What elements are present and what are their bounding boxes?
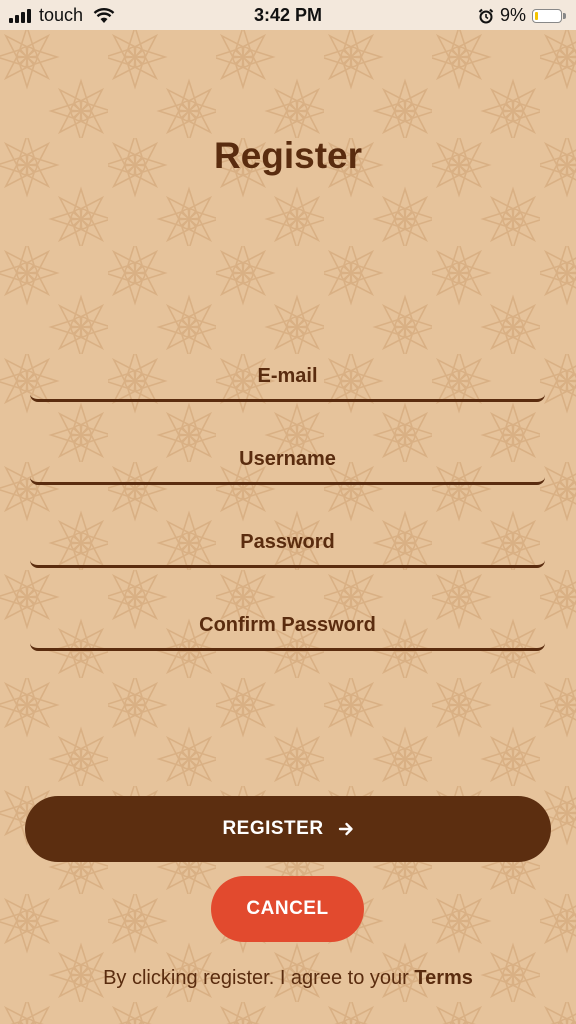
terms-text: By clicking register. I agree to your Te… bbox=[0, 967, 576, 990]
username-field[interactable] bbox=[30, 425, 545, 485]
password-field[interactable] bbox=[30, 508, 545, 568]
username-field-wrapper bbox=[30, 425, 545, 485]
page-title: Register bbox=[213, 135, 363, 176]
password-field-wrapper bbox=[30, 508, 545, 568]
battery-cap bbox=[563, 12, 566, 19]
battery-icon bbox=[532, 8, 562, 23]
status-right: 9% bbox=[478, 5, 566, 26]
terms-prefix: By clicking register. I agree to your bbox=[103, 967, 415, 989]
confirm-password-field-wrapper bbox=[30, 591, 545, 651]
battery-percent: 9% bbox=[499, 5, 526, 25]
confirm-password-field[interactable] bbox=[30, 591, 545, 651]
cancel-button[interactable]: CANCEL bbox=[211, 876, 364, 942]
email-field-wrapper bbox=[30, 342, 545, 402]
register-button-label: REGISTER bbox=[222, 818, 324, 839]
register-button[interactable]: REGISTER bbox=[25, 796, 551, 862]
register-screen: touch 3:42 PM 9% Register E-mail Usernam… bbox=[0, 0, 576, 1024]
arrow-right-icon bbox=[338, 822, 353, 836]
cancel-button-label: CANCEL bbox=[246, 898, 329, 919]
terms-link[interactable]: Terms bbox=[414, 967, 473, 989]
email-field[interactable] bbox=[30, 342, 545, 402]
status-bar: touch 3:42 PM 9% bbox=[0, 0, 576, 30]
alarm-icon bbox=[478, 8, 494, 23]
